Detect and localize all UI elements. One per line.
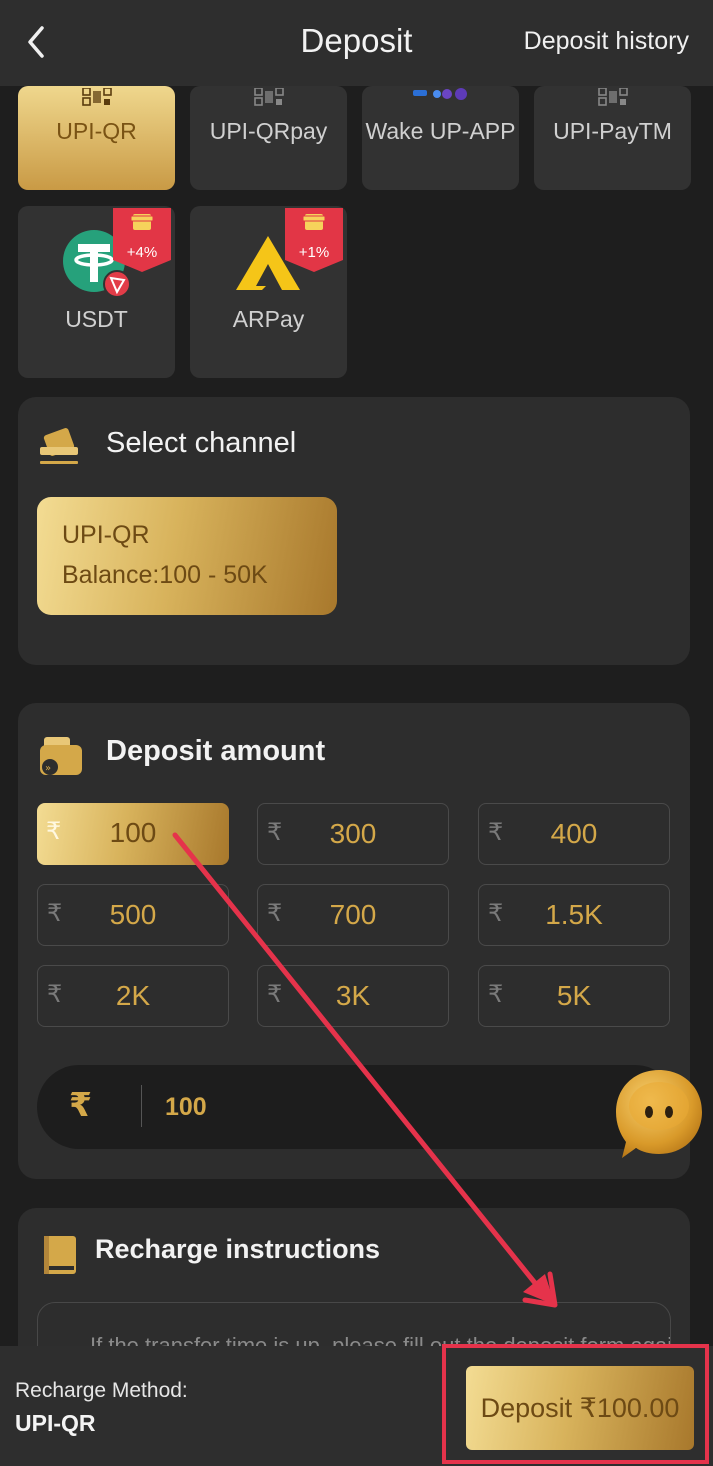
select-channel-title: Select channel bbox=[106, 427, 297, 459]
amount-value: 700 bbox=[329, 899, 377, 930]
recharge-instructions-title: Recharge instructions bbox=[95, 1234, 381, 1264]
recharge-method-label: Recharge Method: bbox=[15, 1379, 188, 1402]
deposit-history-link[interactable]: Deposit history bbox=[524, 27, 689, 56]
qr-icon bbox=[597, 88, 628, 106]
deposit-button[interactable]: Deposit ₹100.00 bbox=[466, 1366, 694, 1450]
method-tile-usdt[interactable]: +4% USDT bbox=[18, 206, 175, 378]
method-label: Wake UP-APP bbox=[365, 118, 516, 144]
amount-value: 1.5K bbox=[545, 899, 603, 930]
upi-apps-icon bbox=[412, 88, 467, 100]
channel-card-icon bbox=[40, 428, 78, 464]
top-app-bar: Deposit Deposit history bbox=[0, 0, 713, 86]
method-tile-upi-paytm[interactable]: UPI-PayTM bbox=[534, 86, 691, 190]
wallet-icon: » bbox=[40, 737, 82, 775]
method-tile-upi-qr[interactable]: UPI-QR bbox=[18, 86, 175, 190]
amount-value: 500 bbox=[109, 899, 157, 930]
bonus-badge-icon bbox=[113, 208, 171, 272]
amount-input[interactable] bbox=[165, 1085, 465, 1129]
amount-option-2k[interactable]: ₹ 2K bbox=[37, 965, 229, 1027]
svg-text:»: » bbox=[45, 763, 51, 774]
recharge-method-value: UPI-QR bbox=[15, 1410, 96, 1436]
deposit-amount-title: Deposit amount bbox=[106, 735, 326, 767]
bottom-action-bar: Recharge Method: UPI-QR Deposit ₹100.00 bbox=[0, 1346, 713, 1466]
channel-name: UPI-QR bbox=[62, 521, 150, 549]
amount-option-5k[interactable]: ₹ 5K bbox=[478, 965, 670, 1027]
channel-balance: Balance:100 - 50K bbox=[62, 561, 268, 589]
bonus-badge-text: +1% bbox=[298, 244, 330, 261]
deposit-amount-card: » Deposit amount ₹ 100 ₹ 300 ₹ 400 ₹ 500… bbox=[18, 703, 690, 1179]
support-chat-icon[interactable] bbox=[612, 1066, 706, 1162]
amount-value: 3K bbox=[335, 980, 371, 1011]
amount-value: 100 bbox=[109, 817, 157, 848]
amount-option-100[interactable]: ₹ 100 bbox=[37, 803, 229, 865]
method-tile-arpay[interactable]: +1% ARPay bbox=[190, 206, 347, 378]
method-tile-wake-up-app[interactable]: Wake UP-APP bbox=[362, 86, 519, 190]
amount-option-700[interactable]: ₹ 700 bbox=[257, 884, 449, 946]
method-tile-upi-qrpay[interactable]: UPI-QRpay bbox=[190, 86, 347, 190]
input-divider bbox=[141, 1085, 142, 1127]
qr-icon bbox=[253, 88, 284, 106]
bonus-badge-text: +4% bbox=[126, 244, 158, 261]
amount-option-3k[interactable]: ₹ 3K bbox=[257, 965, 449, 1027]
amount-option-1-5k[interactable]: ₹ 1.5K bbox=[478, 884, 670, 946]
method-label: UPI-PayTM bbox=[553, 118, 672, 144]
rupee-icon: ₹ bbox=[69, 1086, 92, 1123]
amount-value: 5K bbox=[556, 980, 592, 1011]
amount-option-500[interactable]: ₹ 500 bbox=[37, 884, 229, 946]
method-label: UPI-QRpay bbox=[209, 118, 328, 144]
bonus-badge-icon bbox=[285, 208, 343, 272]
method-label: UPI-QR bbox=[56, 118, 137, 144]
amount-option-400[interactable]: ₹ 400 bbox=[478, 803, 670, 865]
channel-option-upi-qr[interactable]: UPI-QR Balance:100 - 50K bbox=[37, 497, 337, 615]
method-label: USDT bbox=[65, 306, 128, 332]
book-icon bbox=[44, 1236, 76, 1274]
qr-icon bbox=[81, 88, 112, 106]
method-label: ARPay bbox=[232, 306, 305, 332]
select-channel-card: Select channel UPI-QR Balance:100 - 50K bbox=[18, 397, 690, 665]
amount-input-field: ₹ bbox=[37, 1065, 677, 1149]
amount-value: 400 bbox=[550, 818, 598, 849]
amount-value: 300 bbox=[329, 818, 377, 849]
amount-value: 2K bbox=[115, 980, 151, 1011]
amount-option-300[interactable]: ₹ 300 bbox=[257, 803, 449, 865]
